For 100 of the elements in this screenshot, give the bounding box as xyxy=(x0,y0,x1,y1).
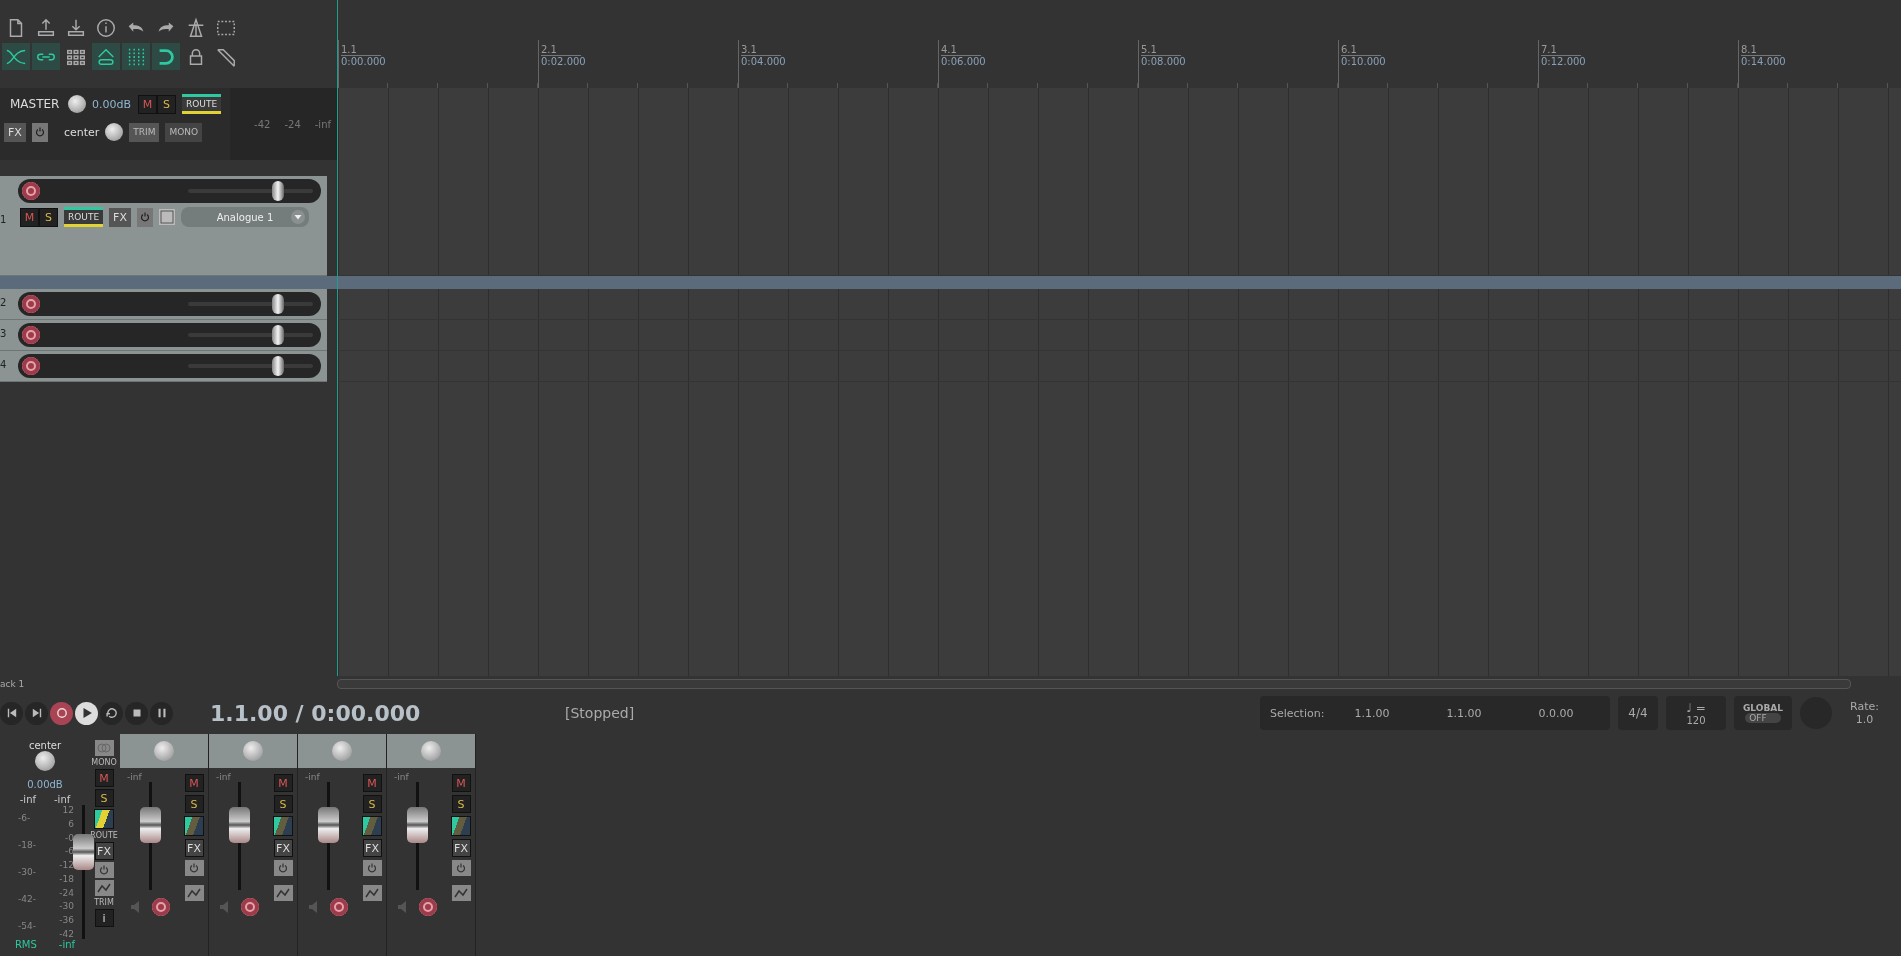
play-status: [Stopped] xyxy=(565,705,636,721)
fx-button[interactable]: FX xyxy=(4,122,26,142)
solo-button[interactable]: S xyxy=(362,795,382,813)
mute-button[interactable]: M xyxy=(94,769,114,787)
solo-button[interactable]: S xyxy=(94,789,114,807)
record-arm-button[interactable] xyxy=(22,357,40,375)
envelope-icon[interactable] xyxy=(273,885,293,901)
record-arm-button[interactable] xyxy=(241,898,259,916)
meter-scale-label: -42 xyxy=(254,118,271,130)
loop-button[interactable] xyxy=(100,701,123,725)
solo-button[interactable]: S xyxy=(184,795,204,813)
meter-scale-label: -30 xyxy=(58,901,74,912)
record-arm-button[interactable] xyxy=(152,898,170,916)
selection-length[interactable]: 0.0.00 xyxy=(1538,706,1601,720)
skip-back-button[interactable] xyxy=(0,701,23,725)
record-arm-button[interactable] xyxy=(330,898,348,916)
mute-button[interactable]: M xyxy=(451,774,471,792)
fx-button[interactable]: FX xyxy=(362,839,382,857)
route-icon[interactable] xyxy=(184,816,204,836)
time-signature[interactable]: 4/4 xyxy=(1618,696,1658,730)
rate-value: 1.0 xyxy=(1855,713,1874,726)
volume-slider-thumb[interactable] xyxy=(272,325,284,345)
mute-button[interactable]: M xyxy=(138,94,157,114)
bar-label: 8.1 xyxy=(1741,44,1781,56)
mute-button[interactable]: M xyxy=(273,774,293,792)
selection-start[interactable]: 1.1.00 xyxy=(1354,706,1417,720)
power-icon[interactable] xyxy=(184,860,204,876)
mute-button[interactable]: M xyxy=(184,774,204,792)
skip-forward-button[interactable] xyxy=(25,701,48,725)
envelope-icon[interactable] xyxy=(362,885,382,901)
record-arm-button[interactable] xyxy=(22,182,40,200)
selection-label: Selection: xyxy=(1270,706,1325,720)
mono-icon[interactable] xyxy=(94,740,114,756)
automation-panel[interactable]: GLOBAL OFF xyxy=(1734,696,1792,730)
input-dropdown[interactable]: Analogue 1 xyxy=(181,207,309,227)
volume-fader[interactable] xyxy=(228,807,250,844)
route-button[interactable]: ROUTE xyxy=(64,207,104,227)
volume-fader[interactable] xyxy=(406,807,428,844)
rms-value: -inf xyxy=(58,939,76,950)
track-number: 1 xyxy=(0,214,7,225)
envelope-icon[interactable] xyxy=(184,885,204,901)
record-arm-button[interactable] xyxy=(419,898,437,916)
power-icon[interactable] xyxy=(94,862,114,878)
stop-button[interactable] xyxy=(125,701,148,725)
envelope-icon[interactable] xyxy=(94,880,114,896)
record-arm-button[interactable] xyxy=(22,295,40,313)
power-icon[interactable] xyxy=(31,122,48,142)
volume-knob[interactable] xyxy=(68,95,86,113)
fx-button[interactable]: FX xyxy=(94,842,114,860)
track-panel[interactable]: 1 M S ROUTE FX Analogue 1 xyxy=(0,176,327,276)
fx-button[interactable]: FX xyxy=(109,207,131,227)
volume-fader[interactable] xyxy=(317,807,339,844)
route-icon[interactable] xyxy=(273,816,293,836)
route-button[interactable]: ROUTE xyxy=(182,94,222,114)
mute-button[interactable]: M xyxy=(362,774,382,792)
solo-button[interactable]: S xyxy=(451,795,471,813)
volume-slider-thumb[interactable] xyxy=(272,356,284,376)
route-icon[interactable] xyxy=(451,816,471,836)
solo-button[interactable]: S xyxy=(157,94,176,114)
mute-button[interactable]: M xyxy=(20,207,39,227)
power-icon[interactable] xyxy=(273,860,293,876)
track-panel[interactable]: 3 xyxy=(0,320,327,351)
volume-fader[interactable] xyxy=(139,807,161,844)
record-arm-button[interactable] xyxy=(22,326,40,344)
toolbar-button[interactable] xyxy=(122,43,150,70)
power-icon[interactable] xyxy=(137,207,153,227)
mono-button[interactable]: MONO xyxy=(165,122,203,142)
volume-slider-thumb[interactable] xyxy=(272,181,284,201)
power-icon[interactable] xyxy=(451,860,471,876)
envelope-icon[interactable] xyxy=(451,885,471,901)
power-icon[interactable] xyxy=(362,860,382,876)
fx-button[interactable]: FX xyxy=(184,839,204,857)
fx-button[interactable]: FX xyxy=(273,839,293,857)
input-fx-icon[interactable] xyxy=(159,209,175,225)
pan-knob[interactable] xyxy=(35,751,55,771)
track-panel[interactable]: 4 xyxy=(0,351,327,382)
pan-knob[interactable] xyxy=(105,123,124,141)
peak-value: -inf xyxy=(216,772,231,782)
pause-button[interactable] xyxy=(150,701,173,725)
route-icon[interactable] xyxy=(362,816,382,836)
meter-scale-label: -42 xyxy=(58,928,74,939)
toolbar-button[interactable] xyxy=(92,43,120,70)
selection-end[interactable]: 1.1.00 xyxy=(1446,706,1509,720)
volume-slider-thumb[interactable] xyxy=(272,294,284,314)
automation-mode[interactable]: OFF xyxy=(1745,713,1781,723)
record-button[interactable] xyxy=(50,701,73,725)
tempo-panel[interactable]: ♩ = 120 xyxy=(1666,696,1726,730)
trim-button[interactable]: TRIM xyxy=(129,122,160,142)
toolbar-button[interactable] xyxy=(152,43,180,70)
horizontal-scrollbar[interactable] xyxy=(337,679,1851,689)
fx-button[interactable]: FX xyxy=(451,839,471,857)
track-panel[interactable]: 2 xyxy=(0,289,327,320)
route-icon[interactable] xyxy=(94,809,114,829)
solo-button[interactable]: S xyxy=(273,795,293,813)
toolbar-button[interactable] xyxy=(32,43,60,70)
toolbar-button[interactable] xyxy=(2,43,30,70)
solo-button[interactable]: S xyxy=(39,207,58,227)
info-button[interactable]: i xyxy=(94,909,114,927)
track-number: 2 xyxy=(0,297,7,308)
play-button[interactable] xyxy=(75,701,98,725)
